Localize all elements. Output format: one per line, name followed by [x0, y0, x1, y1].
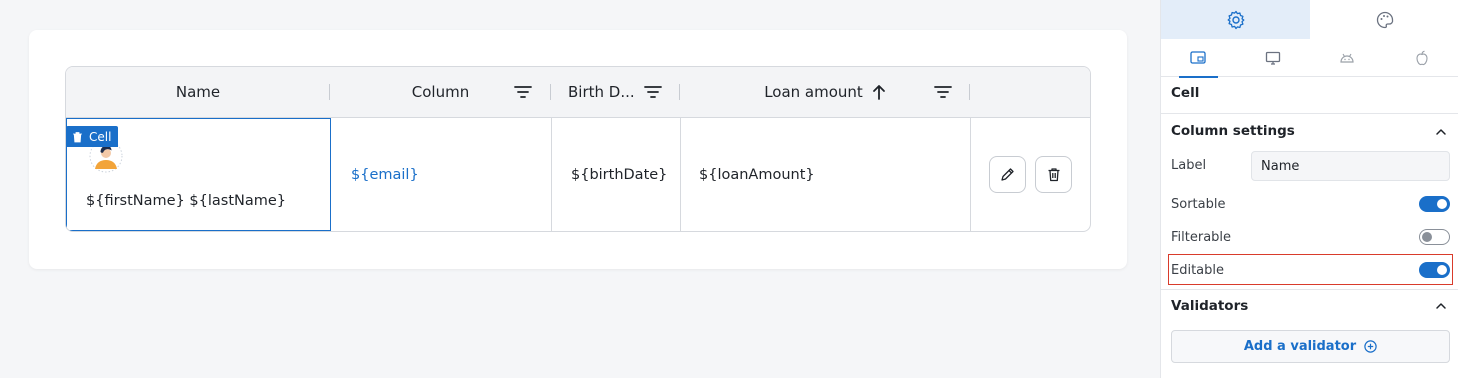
filter-icon[interactable]: [514, 84, 532, 100]
toggle-knob: [1437, 265, 1447, 275]
toggle-knob: [1437, 199, 1447, 209]
label-input[interactable]: [1251, 151, 1450, 181]
add-validator-label: Add a validator: [1243, 339, 1357, 354]
column-header-loan-amount[interactable]: Loan amount: [680, 67, 970, 117]
device-tab-android[interactable]: [1310, 39, 1385, 77]
editable-toggle[interactable]: [1419, 262, 1450, 278]
device-tabs: [1161, 39, 1458, 78]
actions-cell: [971, 118, 1090, 231]
data-table: Name Column Birth D... Loan amount ${fir…: [65, 66, 1091, 232]
divider: [1161, 289, 1458, 290]
column-header-email[interactable]: Column: [330, 67, 551, 117]
column-header-birthdate[interactable]: Birth D...: [551, 67, 680, 117]
birthdate-value: ${birthDate}: [571, 167, 668, 183]
desktop-icon: [1265, 51, 1280, 65]
sortable-label: Sortable: [1171, 197, 1226, 212]
canvas-card: Name Column Birth D... Loan amount ${fir…: [29, 30, 1127, 269]
birthdate-cell[interactable]: ${birthDate}: [552, 118, 681, 231]
loan-amount-cell[interactable]: ${loanAmount}: [681, 118, 971, 231]
device-tab-desktop[interactable]: [1236, 39, 1311, 77]
edit-button[interactable]: [989, 156, 1026, 193]
validators-title: Validators: [1171, 298, 1249, 314]
column-header-name[interactable]: Name: [66, 67, 330, 117]
apple-icon: [1416, 50, 1428, 66]
tab-style[interactable]: [1310, 0, 1458, 39]
toggle-knob: [1422, 231, 1432, 242]
delete-button[interactable]: [1035, 156, 1072, 193]
device-tab-tablet[interactable]: [1161, 39, 1236, 78]
editable-label: Editable: [1171, 263, 1225, 278]
component-title: Cell: [1171, 85, 1200, 101]
panel-tabs: [1161, 0, 1458, 39]
add-validator-button[interactable]: Add a validator: [1171, 330, 1450, 363]
email-cell[interactable]: ${email}: [331, 118, 552, 231]
divider: [1161, 113, 1458, 114]
loan-amount-value: ${loanAmount}: [699, 167, 815, 183]
filterable-label: Filterable: [1171, 230, 1232, 245]
cell-tag-label: Cell: [89, 129, 112, 144]
palette-icon: [1376, 11, 1393, 28]
table-row: ${firstName} ${lastName} ${email} ${birt…: [66, 118, 1090, 231]
device-tab-ios[interactable]: [1385, 39, 1458, 77]
email-value[interactable]: ${email}: [351, 167, 419, 183]
properties-panel: Cell Column settings Label Sortable Filt…: [1160, 0, 1458, 378]
pencil-icon: [1001, 168, 1014, 181]
chevron-up-icon[interactable]: [1434, 125, 1448, 139]
tablet-icon: [1190, 51, 1206, 64]
sortable-toggle[interactable]: [1419, 196, 1450, 212]
label-field-label: Label: [1171, 158, 1207, 173]
android-icon: [1340, 53, 1354, 63]
column-header-label: Name: [175, 83, 221, 101]
chevron-up-icon[interactable]: [1434, 299, 1448, 313]
filterable-toggle[interactable]: [1419, 229, 1450, 245]
table-header: Name Column Birth D... Loan amount: [66, 67, 1090, 118]
sort-ascending-icon[interactable]: [872, 84, 886, 100]
column-header-label: Column: [411, 83, 470, 101]
column-header-label: Loan amount: [764, 83, 863, 101]
column-header-label: Birth D...: [568, 83, 635, 101]
column-divider[interactable]: [969, 84, 970, 100]
cell-selection-tag: Cell: [66, 126, 119, 147]
tab-settings[interactable]: [1161, 0, 1310, 39]
trash-icon: [1048, 168, 1059, 182]
column-settings-title: Column settings: [1171, 123, 1295, 139]
filter-icon[interactable]: [644, 84, 662, 100]
trash-icon[interactable]: [72, 131, 83, 143]
filter-icon[interactable]: [934, 84, 952, 100]
gear-icon: [1227, 10, 1244, 29]
plus-circle-icon: [1364, 340, 1377, 353]
